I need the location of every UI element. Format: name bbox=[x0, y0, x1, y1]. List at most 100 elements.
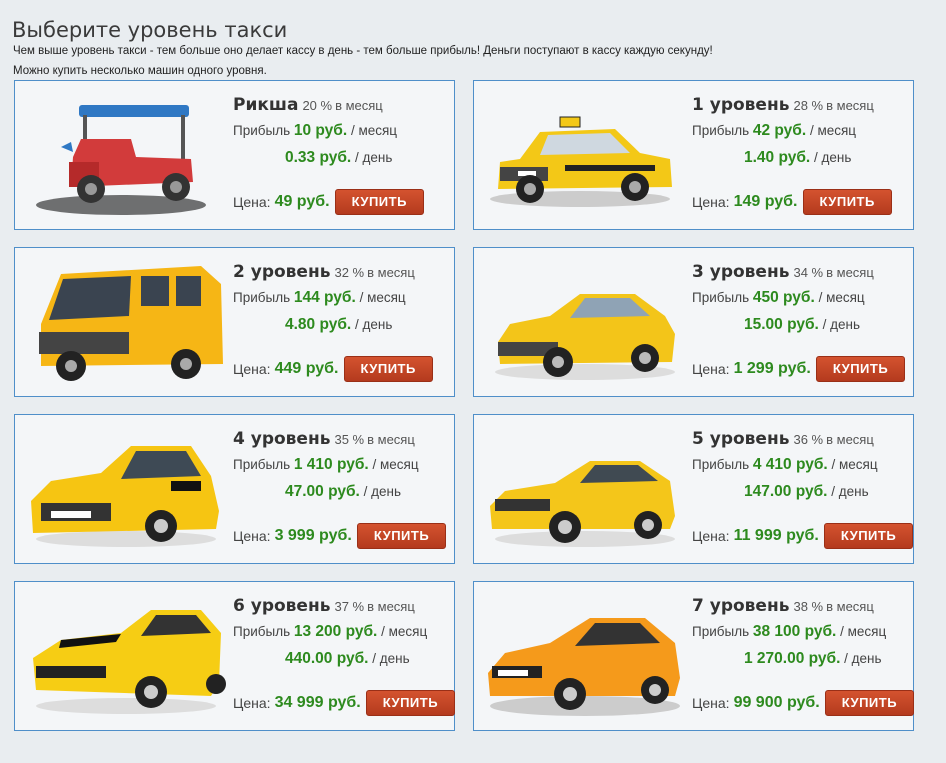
level-percent: 38 % bbox=[793, 599, 824, 614]
buy-button[interactable]: КУПИТЬ bbox=[815, 356, 906, 382]
level-heading: 7 уровень 38 % в месяц bbox=[692, 596, 907, 618]
profit-label: Прибыль bbox=[233, 123, 291, 138]
profit-day-value: 147.00 руб. bbox=[744, 483, 828, 500]
buy-button[interactable]: КУПИТЬ bbox=[334, 189, 424, 215]
profit-month-value: 42 руб. bbox=[752, 122, 807, 139]
price-label: Цена: bbox=[692, 361, 730, 377]
day-suffix: / день bbox=[355, 150, 393, 165]
buy-button[interactable]: КУПИТЬ bbox=[802, 189, 892, 215]
price-row: Цена: 449 руб. КУПИТЬ bbox=[233, 356, 433, 382]
profit-day-value: 1 270.00 руб. bbox=[744, 650, 841, 667]
price-row: Цена: 1 299 руб. КУПИТЬ bbox=[692, 356, 906, 382]
profit-label: Прибыль bbox=[692, 457, 750, 472]
month-suffix: / месяц bbox=[818, 290, 865, 305]
level-percent: 36 % bbox=[793, 432, 824, 447]
profit-day-value: 47.00 руб. bbox=[285, 483, 360, 500]
per-month-label: в месяц bbox=[335, 98, 383, 113]
muscle-car-image bbox=[21, 588, 226, 724]
price-value: 11 999 руб. bbox=[733, 527, 819, 544]
profit-month-value: 144 руб. bbox=[293, 289, 356, 306]
buy-button[interactable]: КУПИТЬ bbox=[356, 523, 447, 549]
profit-label: Прибыль bbox=[233, 290, 291, 305]
profit-day-row: 47.00 руб. / день bbox=[233, 478, 448, 505]
profit-day-value: 15.00 руб. bbox=[744, 316, 819, 333]
profit-day-row: 1 270.00 руб. / день bbox=[692, 645, 907, 672]
lada-taxi-image bbox=[480, 87, 685, 223]
per-month-label: в месяц bbox=[826, 265, 874, 280]
level-heading: 2 уровень 32 % в месяц bbox=[233, 262, 448, 284]
profit-label: Прибыль bbox=[692, 290, 750, 305]
buy-button[interactable]: КУПИТЬ bbox=[824, 690, 915, 716]
taxi-level-card: 6 уровень 37 % в месяц Прибыль 13 200 руб. … bbox=[14, 581, 456, 731]
level-heading: 1 уровень 28 % в месяц bbox=[692, 95, 907, 117]
level-name: 2 уровень bbox=[233, 262, 331, 282]
sports-car-image bbox=[480, 588, 685, 724]
profit-day-row: 1.40 руб. / день bbox=[692, 144, 907, 171]
per-month-label: в месяц bbox=[826, 599, 874, 614]
price-label: Цена: bbox=[233, 194, 271, 210]
day-suffix: / день bbox=[372, 651, 410, 666]
price-label: Цена: bbox=[692, 695, 730, 711]
buy-button[interactable]: КУПИТЬ bbox=[823, 523, 914, 549]
price-value: 34 999 руб. bbox=[274, 694, 361, 711]
per-month-label: в месяц bbox=[826, 432, 874, 447]
profit-day-value: 1.40 руб. bbox=[744, 149, 811, 166]
profit-month-row: Прибыль 42 руб. / месяц bbox=[692, 117, 907, 144]
profit-month-row: Прибыль 1 410 руб. / месяц bbox=[233, 451, 448, 478]
level-name: 1 уровень bbox=[692, 95, 790, 115]
profit-label: Прибыль bbox=[692, 123, 750, 138]
profit-month-row: Прибыль 38 100 руб. / месяц bbox=[692, 618, 907, 645]
taxi-level-card: 3 уровень 34 % в месяц Прибыль 450 руб. / м… bbox=[473, 247, 914, 397]
day-suffix: / день bbox=[814, 150, 852, 165]
taxi-level-card: 5 уровень 36 % в месяц Прибыль 4 410 руб. /… bbox=[473, 414, 914, 564]
level-percent: 28 % bbox=[793, 98, 824, 113]
profit-day-row: 147.00 руб. / день bbox=[692, 478, 907, 505]
profit-day-value: 440.00 руб. bbox=[285, 650, 369, 667]
hatchback-taxi-image bbox=[21, 421, 226, 557]
price-label: Цена: bbox=[233, 361, 271, 377]
profit-day-row: 0.33 руб. / день bbox=[233, 144, 448, 171]
day-suffix: / день bbox=[844, 651, 882, 666]
profit-month-value: 38 100 руб. bbox=[752, 623, 837, 640]
taxi-level-card: Рикша 20 % в месяц Прибыль 10 руб. / месяц 0… bbox=[14, 80, 455, 230]
month-suffix: / месяц bbox=[831, 457, 878, 472]
rickshaw-image bbox=[21, 87, 226, 223]
taxi-level-card: 7 уровень 38 % в месяц Прибыль 38 100 руб. … bbox=[473, 581, 915, 731]
day-suffix: / день bbox=[363, 484, 402, 499]
price-label: Цена: bbox=[233, 695, 271, 711]
profit-day-row: 15.00 руб. / день bbox=[692, 311, 907, 338]
intro-line-1: Чем выше уровень такси - тем больше оно … bbox=[13, 45, 713, 57]
per-month-label: в месяц bbox=[826, 98, 874, 113]
per-month-label: в месяц bbox=[367, 432, 415, 447]
price-label: Цена: bbox=[692, 194, 730, 210]
profit-month-row: Прибыль 13 200 руб. / месяц bbox=[233, 618, 448, 645]
per-month-label: в месяц bbox=[367, 599, 415, 614]
buy-button[interactable]: КУПИТЬ bbox=[343, 356, 433, 382]
profit-month-value: 13 200 руб. bbox=[293, 623, 378, 640]
level-percent: 37 % bbox=[334, 599, 365, 614]
profit-month-row: Прибыль 10 руб. / месяц bbox=[233, 117, 448, 144]
level-name: 3 уровень bbox=[692, 262, 790, 282]
level-name: 6 уровень bbox=[233, 596, 331, 616]
buy-button[interactable]: КУПИТЬ bbox=[365, 690, 456, 716]
profit-day-row: 4.80 руб. / день bbox=[233, 311, 448, 338]
profit-day-value: 0.33 руб. bbox=[285, 149, 352, 166]
taxi-level-card: 4 уровень 35 % в месяц Прибыль 1 410 руб. /… bbox=[14, 414, 455, 564]
intro-text: Чем выше уровень такси - тем больше оно … bbox=[13, 41, 713, 81]
price-row: Цена: 49 руб. КУПИТЬ bbox=[233, 189, 424, 215]
profit-month-row: Прибыль 450 руб. / месяц bbox=[692, 284, 907, 311]
price-label: Цена: bbox=[233, 528, 271, 544]
level-heading: 4 уровень 35 % в месяц bbox=[233, 429, 448, 451]
level-percent: 32 % bbox=[334, 265, 365, 280]
month-suffix: / месяц bbox=[372, 457, 419, 472]
day-suffix: / день bbox=[822, 317, 861, 332]
gazelle-van-image bbox=[21, 254, 226, 390]
level-percent: 35 % bbox=[334, 432, 365, 447]
profit-month-row: Прибыль 4 410 руб. / месяц bbox=[692, 451, 907, 478]
price-row: Цена: 149 руб. КУПИТЬ bbox=[692, 189, 892, 215]
taxi-level-card: 2 уровень 32 % в месяц Прибыль 144 руб. / м… bbox=[14, 247, 455, 397]
day-suffix: / день bbox=[355, 317, 393, 332]
per-month-label: в месяц bbox=[367, 265, 415, 280]
price-row: Цена: 99 900 руб. КУПИТЬ bbox=[692, 690, 915, 716]
profit-month-value: 1 410 руб. bbox=[293, 456, 369, 473]
